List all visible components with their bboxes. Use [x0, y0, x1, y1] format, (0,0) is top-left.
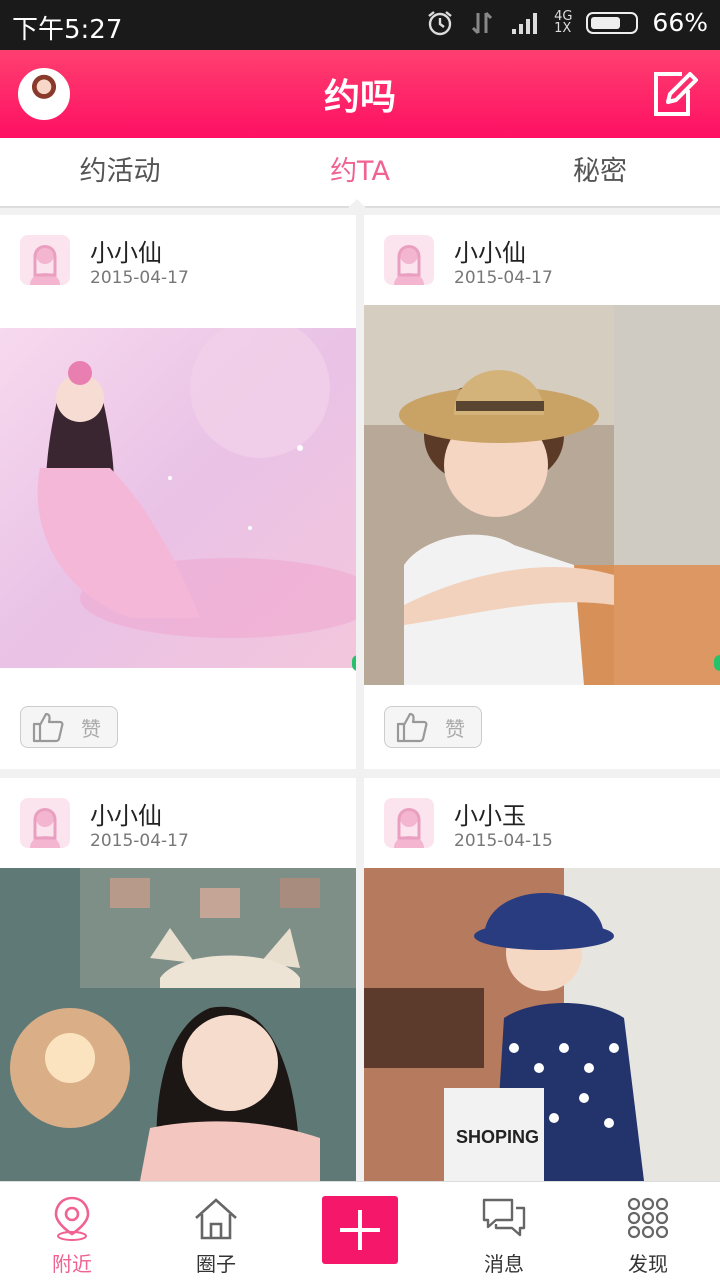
battery-icon: [586, 11, 639, 34]
thumbs-up-icon: [32, 712, 64, 743]
status-icons: 4G 1X 66%: [426, 8, 708, 37]
nav-label: 圈子: [196, 1252, 236, 1276]
app-header: 约吗: [0, 50, 720, 138]
location-pin-icon: [54, 1196, 90, 1241]
post-header: 小小仙 2015-04-17: [0, 778, 356, 868]
post-photo[interactable]: [0, 328, 356, 668]
data-arrows-icon: [472, 11, 493, 34]
nav-messages[interactable]: 消息: [432, 1182, 576, 1281]
post-date: 2015-04-17: [454, 268, 553, 288]
post-header: 小小仙 2015-04-17: [0, 215, 356, 305]
chat-bubbles-icon: [482, 1198, 526, 1237]
indicator-dot: [714, 655, 720, 671]
post-header: 小小玉 2015-04-15: [364, 778, 720, 868]
home-icon: [195, 1198, 237, 1240]
nav-add[interactable]: [288, 1182, 432, 1281]
like-label: 赞: [445, 716, 465, 741]
network-bottom: 1X: [554, 20, 572, 36]
nav-discover[interactable]: 发现: [576, 1182, 720, 1281]
tab-date-ta[interactable]: 约TA: [240, 138, 480, 206]
avatar[interactable]: [20, 798, 70, 848]
battery-percent: 66%: [652, 8, 708, 37]
post-date: 2015-04-17: [90, 831, 189, 851]
edit-icon[interactable]: [650, 68, 698, 120]
post-author[interactable]: 小小仙: [90, 233, 162, 268]
post-date: 2015-04-15: [454, 831, 553, 851]
post-card[interactable]: 小小玉 2015-04-15 SHOPING: [364, 778, 720, 1181]
nav-label: 发现: [628, 1252, 668, 1276]
bottom-nav: 附近 圈子 消息 发现: [0, 1181, 720, 1281]
page-title: 约吗: [323, 77, 396, 118]
like-button[interactable]: 赞: [20, 706, 118, 748]
post-date: 2015-04-17: [90, 268, 189, 288]
nav-nearby[interactable]: 附近: [0, 1182, 144, 1281]
post-photo[interactable]: [364, 305, 720, 685]
post-author[interactable]: 小小玉: [454, 796, 526, 831]
avatar[interactable]: [384, 798, 434, 848]
status-time: 下午5:27: [12, 15, 123, 45]
post-card[interactable]: 小小仙 2015-04-17 赞: [0, 215, 356, 769]
like-button[interactable]: 赞: [384, 706, 482, 748]
tab-activities[interactable]: 约活动: [0, 138, 240, 206]
active-tab-indicator: [343, 199, 371, 213]
post-photo[interactable]: [0, 868, 356, 1181]
avatar[interactable]: [20, 235, 70, 285]
tab-bar: 约活动 约TA 秘密: [0, 138, 720, 208]
post-photo[interactable]: SHOPING: [364, 868, 720, 1181]
svg-text:SHOPING: SHOPING: [456, 1127, 539, 1147]
indicator-dot: [352, 655, 356, 671]
post-header: 小小仙 2015-04-17: [364, 215, 720, 305]
post-card[interactable]: 小小仙 2015-04-17 赞: [364, 215, 720, 769]
nav-label: 附近: [52, 1252, 92, 1276]
network-badge: 4G 1X: [554, 10, 572, 36]
nav-label: 消息: [484, 1252, 524, 1276]
post-author[interactable]: 小小仙: [90, 796, 162, 831]
alarm-icon: [428, 10, 452, 35]
thumbs-up-icon: [396, 712, 428, 743]
like-label: 赞: [81, 716, 101, 741]
nav-circle[interactable]: 圈子: [144, 1182, 288, 1281]
post-card[interactable]: 小小仙 2015-04-17: [0, 778, 356, 1181]
add-post-button[interactable]: [322, 1196, 398, 1264]
plus-icon: [340, 1210, 380, 1250]
post-author[interactable]: 小小仙: [454, 233, 526, 268]
signal-icon: [512, 12, 538, 34]
avatar[interactable]: [384, 235, 434, 285]
status-bar: 下午5:27 4G 1X 66%: [0, 0, 720, 50]
tab-secrets[interactable]: 秘密: [480, 138, 720, 206]
grid-dots-icon: [627, 1197, 669, 1239]
